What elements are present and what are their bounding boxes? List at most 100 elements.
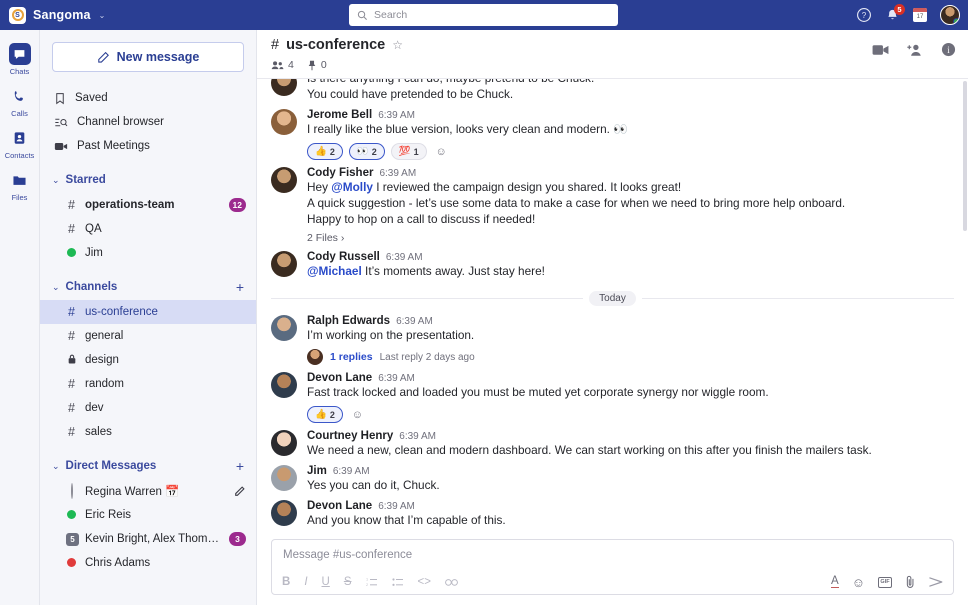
brand-menu[interactable]: S Sangoma ⌄	[0, 7, 105, 24]
scrollbar[interactable]	[963, 81, 967, 231]
pinned-count[interactable]: 0	[307, 59, 327, 71]
reaction-pill[interactable]: 👍 2	[307, 406, 343, 423]
bullet-list-button[interactable]	[392, 577, 404, 587]
add-reaction-icon[interactable]: ☺	[349, 406, 366, 423]
reaction-pill[interactable]: 👍 2	[307, 143, 343, 160]
link-button[interactable]	[445, 578, 458, 587]
meeting-icon[interactable]	[872, 44, 889, 56]
channel-name: random	[85, 378, 246, 390]
mention-link[interactable]: @Molly	[331, 180, 373, 194]
reaction-count: 1	[414, 147, 419, 157]
add-person-icon[interactable]	[907, 43, 923, 57]
message-sender: Jerome Bell	[307, 109, 372, 121]
channel-name: Jim	[85, 247, 246, 259]
strikethrough-button[interactable]: S	[344, 576, 352, 588]
user-avatar[interactable]	[940, 5, 960, 25]
chevron-down-icon: ⌄	[99, 11, 106, 20]
section-header-direct-messages[interactable]: ⌄ Direct Messages +	[40, 453, 256, 479]
edit-icon[interactable]	[234, 485, 246, 497]
message-sender: Devon Lane	[307, 372, 372, 384]
channel-name: us-conference	[85, 306, 246, 318]
send-button[interactable]	[929, 576, 943, 588]
message-text: A quick suggestion - let’s use some data…	[307, 195, 954, 211]
emoji-button[interactable]: ☺	[852, 575, 865, 590]
add-reaction-icon[interactable]: ☺	[433, 143, 450, 160]
rail-item-calls[interactable]: Calls	[0, 80, 40, 122]
sidebar-item-chris-adams[interactable]: Chris Adams	[40, 551, 256, 575]
mention-link[interactable]: @Michael	[307, 264, 362, 278]
sidebar-item-operations-team[interactable]: # operations-team 12	[40, 193, 256, 217]
message-text: Yes you can do it, Chuck.	[307, 477, 954, 493]
attachments-link[interactable]: 2 Files ›	[307, 232, 954, 244]
members-count[interactable]: 4	[271, 59, 294, 71]
rail-item-contacts[interactable]: Contacts	[0, 122, 40, 164]
thread-summary[interactable]: 1 replies Last reply 2 days ago	[307, 349, 954, 365]
brand-logo-letter: S	[15, 12, 20, 19]
sidebar-label-channel-browser: Channel browser	[77, 116, 164, 128]
avatar	[271, 78, 297, 96]
sangoma-logo-icon: S	[9, 7, 26, 24]
message-time: 6:39 AM	[386, 252, 423, 263]
attachment-button[interactable]	[905, 575, 916, 589]
composer-area: Message #us-conference B I U S 1 2	[257, 539, 968, 605]
hash-icon: #	[66, 198, 77, 212]
sidebar-item-design[interactable]: design	[40, 348, 256, 372]
reaction-emoji: 👍	[315, 409, 327, 420]
notifications-icon[interactable]: 5	[885, 8, 900, 23]
sidebar-item-us-conference[interactable]: # us-conference	[40, 300, 256, 324]
ordered-list-button[interactable]: 1 2	[366, 577, 378, 587]
thread-reply-count[interactable]: 1 replies	[330, 351, 373, 363]
sidebar-item-saved[interactable]: Saved	[40, 86, 256, 110]
message-time: 6:39 AM	[378, 501, 415, 512]
thread-avatar	[307, 349, 323, 365]
sidebar-item-eric-reis[interactable]: Eric Reis	[40, 503, 256, 527]
bold-button[interactable]: B	[282, 576, 290, 588]
sidebar-item-general[interactable]: # general	[40, 324, 256, 348]
section-header-starred[interactable]: ⌄ Starred	[40, 167, 256, 193]
search-placeholder: Search	[374, 9, 407, 21]
rail-label-chats: Chats	[10, 67, 30, 76]
status-online-icon	[67, 248, 76, 257]
new-message-button[interactable]: New message	[52, 42, 244, 72]
gif-button[interactable]: GIF	[878, 577, 892, 588]
message-list[interactable]: Is there anything I can do, maybe preten…	[257, 78, 968, 539]
sidebar-item-qa[interactable]: # QA	[40, 217, 256, 241]
underline-button[interactable]: U	[322, 576, 330, 588]
text-color-button[interactable]: A	[831, 576, 839, 588]
search-bar[interactable]: Search	[349, 4, 618, 26]
section-header-channels[interactable]: ⌄ Channels +	[40, 274, 256, 300]
avatar	[271, 372, 297, 398]
sidebar-item-past-meetings[interactable]: Past Meetings	[40, 134, 256, 158]
sidebar-item-random[interactable]: # random	[40, 372, 256, 396]
message-input[interactable]: Message #us-conference	[272, 540, 953, 570]
sidebar-item-dev[interactable]: # dev	[40, 396, 256, 420]
sidebar: New message Saved	[40, 30, 257, 605]
calendar-icon[interactable]: 17	[913, 8, 927, 22]
sidebar-item-sales[interactable]: # sales	[40, 420, 256, 444]
code-button[interactable]: <>	[418, 576, 431, 588]
sidebar-item-kevin-bright-group[interactable]: 5 Kevin Bright, Alex Thoms… 3	[40, 527, 256, 551]
channel-header: # us-conference ☆ 4	[257, 30, 968, 78]
status-offline-icon	[71, 483, 73, 499]
add-channel-button[interactable]: +	[236, 282, 244, 292]
message-row: Cody Fisher 6:39 AM Hey @Molly I reviewe…	[271, 160, 954, 244]
message-composer[interactable]: Message #us-conference B I U S 1 2	[271, 539, 954, 595]
rail-item-chats[interactable]: Chats	[0, 38, 40, 80]
rail-item-files[interactable]: Files	[0, 164, 40, 206]
add-dm-button[interactable]: +	[236, 461, 244, 471]
sidebar-item-regina-warren[interactable]: Regina Warren 📅	[40, 479, 256, 503]
reaction-pill[interactable]: 👀 2	[349, 143, 385, 160]
italic-button[interactable]: I	[304, 576, 307, 588]
hash-icon: #	[66, 401, 77, 415]
reaction-pill[interactable]: 💯 1	[391, 143, 427, 160]
info-icon[interactable]: i	[941, 42, 956, 57]
avatar	[271, 315, 297, 341]
help-icon[interactable]: ?	[856, 7, 872, 23]
sidebar-item-jim[interactable]: Jim	[40, 241, 256, 265]
message-sender: Ralph Edwards	[307, 315, 390, 327]
message-row: Courtney Henry 6:39 AM We need a new, cl…	[271, 423, 954, 458]
star-icon[interactable]: ☆	[392, 38, 403, 52]
sidebar-item-channel-browser[interactable]: Channel browser	[40, 110, 256, 134]
reaction-count: 2	[330, 147, 335, 157]
hash-icon: #	[66, 305, 77, 319]
